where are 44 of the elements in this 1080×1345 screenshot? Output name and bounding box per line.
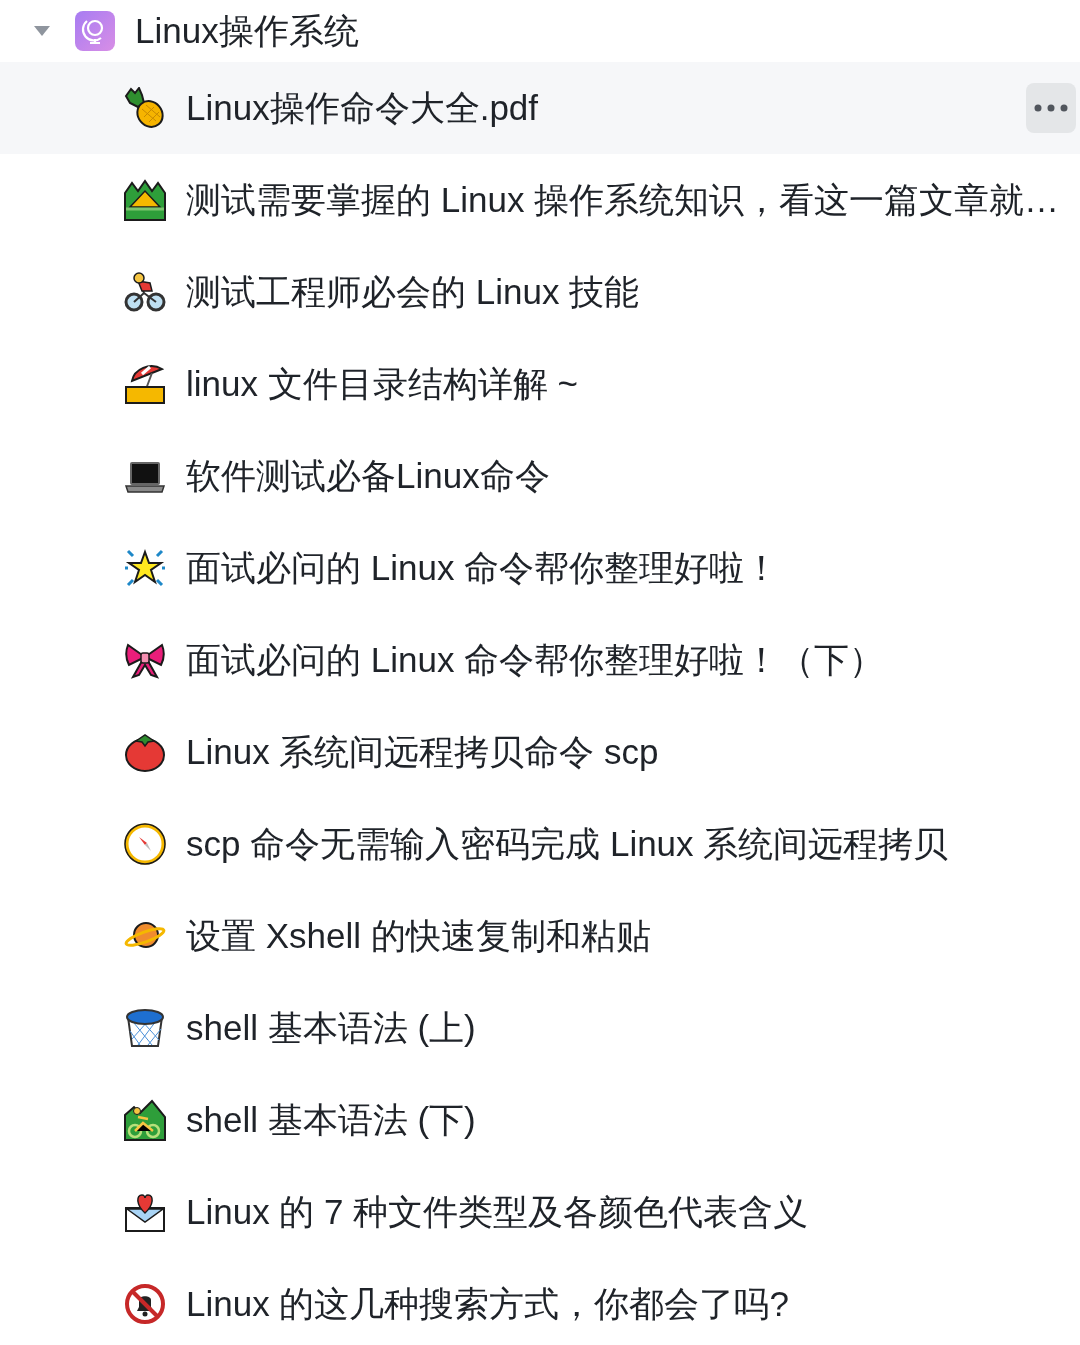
- pineapple-icon: [124, 87, 166, 129]
- compass-icon: [124, 823, 166, 865]
- tree-item[interactable]: 面试必问的 Linux 命令帮你整理好啦！: [0, 522, 1080, 614]
- item-title: Linux 的 7 种文件类型及各颜色代表含义: [186, 1191, 809, 1233]
- mesh-basket-icon: [124, 1007, 166, 1049]
- tree-item[interactable]: 测试工程师必会的 Linux 技能: [0, 246, 1080, 338]
- item-title: linux 文件目录结构详解 ~: [186, 363, 578, 405]
- tree-item[interactable]: Linux 的这几种搜索方式，你都会了吗?: [0, 1258, 1080, 1345]
- love-letter-icon: [124, 1191, 166, 1233]
- item-title: 软件测试必备Linux命令: [186, 455, 550, 497]
- item-title: Linux 系统间远程拷贝命令 scp: [186, 731, 659, 773]
- globe-icon: [75, 11, 115, 51]
- caret-icon[interactable]: [34, 26, 50, 36]
- tree-item[interactable]: 软件测试必备Linux命令: [0, 430, 1080, 522]
- tree-item[interactable]: scp 命令无需输入密码完成 Linux 系统间远程拷贝: [0, 798, 1080, 890]
- tree-item[interactable]: 测试需要掌握的 Linux 操作系统知识，看这一篇文章就…: [0, 154, 1080, 246]
- item-title: shell 基本语法 (上): [186, 1007, 476, 1049]
- glowing-star-icon: [124, 547, 166, 589]
- tree-item[interactable]: Linux操作命令大全.pdf: [0, 62, 1080, 154]
- item-title: 面试必问的 Linux 命令帮你整理好啦！: [186, 547, 780, 589]
- tree-item[interactable]: shell 基本语法 (下): [0, 1074, 1080, 1166]
- tree-item[interactable]: linux 文件目录结构详解 ~: [0, 338, 1080, 430]
- item-title: 设置 Xshell 的快速复制和粘贴: [186, 915, 651, 957]
- tree-item[interactable]: Linux 系统间远程拷贝命令 scp: [0, 706, 1080, 798]
- beach-umbrella-icon: [124, 363, 166, 405]
- item-title: Linux操作命令大全.pdf: [186, 87, 539, 129]
- tree-item[interactable]: Linux 的 7 种文件类型及各颜色代表含义: [0, 1166, 1080, 1258]
- tree-item[interactable]: shell 基本语法 (上): [0, 982, 1080, 1074]
- folder-title: Linux操作系统: [135, 10, 359, 52]
- tomato-icon: [124, 731, 166, 773]
- muted-bell-icon: [124, 1283, 166, 1325]
- tree-item[interactable]: 面试必问的 Linux 命令帮你整理好啦！（下）: [0, 614, 1080, 706]
- more-icon: [1034, 104, 1068, 112]
- mountain-cyclist-icon: [124, 1099, 166, 1141]
- item-title: shell 基本语法 (下): [186, 1099, 476, 1141]
- tent-icon: [124, 179, 166, 221]
- tree-item[interactable]: 设置 Xshell 的快速复制和粘贴: [0, 890, 1080, 982]
- item-title: scp 命令无需输入密码完成 Linux 系统间远程拷贝: [186, 823, 949, 865]
- item-title: Linux 的这几种搜索方式，你都会了吗?: [186, 1283, 789, 1325]
- more-button[interactable]: [1026, 83, 1076, 133]
- cyclist-icon: [124, 271, 166, 313]
- item-title: 面试必问的 Linux 命令帮你整理好啦！（下）: [186, 639, 885, 681]
- item-title: 测试工程师必会的 Linux 技能: [186, 271, 640, 313]
- item-title: 测试需要掌握的 Linux 操作系统知识，看这一篇文章就…: [186, 179, 1060, 221]
